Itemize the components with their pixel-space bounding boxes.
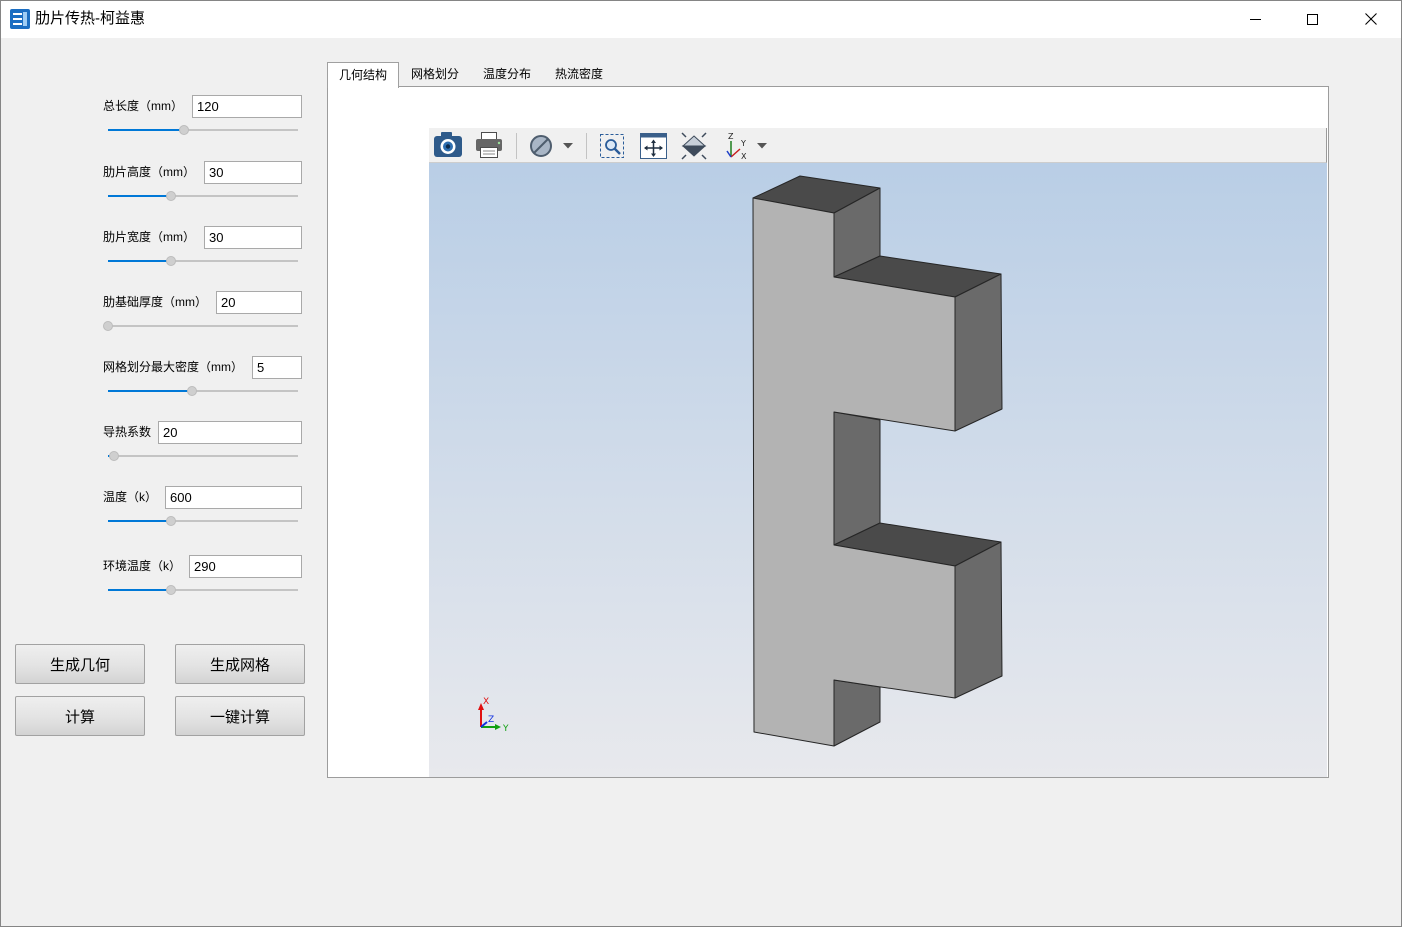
stem-lower-side-face bbox=[833, 679, 881, 747]
minimize-icon bbox=[1250, 18, 1261, 20]
axis-view-icon[interactable]: Z Y X bbox=[726, 132, 747, 161]
param-temperature: 温度（k） bbox=[0, 486, 320, 546]
param-ambient-temperature: 环境温度（k） bbox=[0, 555, 320, 615]
camera-icon[interactable] bbox=[434, 132, 462, 157]
axis-icon-y-label: Y bbox=[740, 139, 746, 148]
fit-all-icon[interactable] bbox=[640, 133, 667, 159]
total-length-label: 总长度（mm） bbox=[103, 99, 183, 113]
slider-handle[interactable] bbox=[165, 585, 176, 595]
slider-track bbox=[108, 455, 298, 457]
temperature-input[interactable] bbox=[165, 486, 302, 509]
conductivity-input[interactable] bbox=[158, 421, 302, 444]
tab-geometry[interactable]: 几何结构 bbox=[327, 62, 399, 88]
temperature-label: 温度（k） bbox=[103, 490, 158, 504]
slider-fill bbox=[108, 589, 171, 591]
param-conductivity: 导热系数 bbox=[0, 421, 320, 481]
slider-fill bbox=[108, 260, 171, 262]
mesh-density-label: 网格划分最大密度（mm） bbox=[103, 360, 243, 374]
stem-middle-side-face bbox=[833, 411, 881, 546]
one-click-compute-button[interactable]: 一键计算 bbox=[175, 696, 305, 736]
minimize-button[interactable] bbox=[1227, 0, 1284, 38]
base-thickness-input[interactable] bbox=[216, 291, 302, 314]
maximize-icon bbox=[1307, 13, 1318, 25]
tab-heat-flux[interactable]: 热流密度 bbox=[543, 62, 615, 87]
tab-temperature-distribution[interactable]: 温度分布 bbox=[471, 62, 543, 87]
param-mesh-density: 网格划分最大密度（mm） bbox=[0, 356, 320, 416]
generate-geometry-button[interactable]: 生成几何 bbox=[15, 644, 145, 684]
compute-button[interactable]: 计算 bbox=[15, 696, 145, 736]
axis-triad: X Y Z bbox=[478, 697, 509, 734]
total-length-slider[interactable] bbox=[108, 125, 298, 135]
close-icon bbox=[1365, 13, 1377, 25]
ambient-temperature-slider[interactable] bbox=[108, 585, 298, 595]
slider-fill bbox=[108, 129, 184, 131]
toolbar-icons: Z Y X bbox=[434, 132, 767, 161]
tab-mesh[interactable]: 网格划分 bbox=[399, 62, 471, 87]
ambient-temperature-input[interactable] bbox=[189, 555, 302, 578]
base-thickness-label: 肋基础厚度（mm） bbox=[103, 295, 207, 309]
fin-width-input[interactable] bbox=[204, 226, 302, 249]
viewer-toolbar: Z Y X bbox=[429, 128, 1327, 163]
fin-width-label: 肋片宽度（mm） bbox=[103, 230, 195, 244]
fin-height-label: 肋片高度（mm） bbox=[103, 165, 195, 179]
chevron-down-icon[interactable] bbox=[757, 143, 767, 149]
shading-mode-icon[interactable] bbox=[530, 135, 552, 157]
chevron-down-icon[interactable] bbox=[563, 143, 573, 149]
fin-height-slider[interactable] bbox=[108, 191, 298, 201]
slider-handle[interactable] bbox=[165, 256, 176, 266]
slider-handle[interactable] bbox=[165, 191, 176, 201]
temperature-slider[interactable] bbox=[108, 516, 298, 526]
fin-height-input[interactable] bbox=[204, 161, 302, 184]
param-fin-width: 肋片宽度（mm） bbox=[0, 226, 320, 286]
mesh-density-input[interactable] bbox=[252, 356, 302, 379]
3d-viewport[interactable]: X Y Z bbox=[429, 163, 1327, 777]
generate-mesh-button[interactable]: 生成网格 bbox=[175, 644, 305, 684]
3d-viewer[interactable]: Z Y X X Y Z bbox=[429, 128, 1327, 777]
ambient-temperature-label: 环境温度（k） bbox=[103, 559, 182, 573]
slider-handle[interactable] bbox=[165, 516, 176, 526]
slider-fill bbox=[108, 390, 192, 392]
slider-fill bbox=[108, 195, 171, 197]
view-fit-icon[interactable] bbox=[681, 132, 707, 160]
slider-handle[interactable] bbox=[186, 386, 197, 396]
triad-z-label: Z bbox=[488, 715, 494, 725]
slider-handle[interactable] bbox=[103, 321, 113, 331]
fin-2-end-face bbox=[954, 541, 1003, 699]
mesh-density-slider[interactable] bbox=[108, 386, 298, 396]
conductivity-slider[interactable] bbox=[108, 451, 298, 461]
triad-x-label: X bbox=[483, 697, 489, 707]
slider-fill bbox=[108, 520, 171, 522]
viewport-canvas: X Y Z bbox=[478, 175, 1003, 747]
app-icon bbox=[10, 9, 30, 29]
triad-y-label: Y bbox=[502, 724, 509, 734]
window-title: 肋片传热-柯益惠 bbox=[35, 10, 145, 27]
fin-1-end-face bbox=[954, 273, 1003, 432]
axis-icon-z-label: Z bbox=[728, 132, 734, 141]
total-length-input[interactable] bbox=[192, 95, 302, 118]
fin-model[interactable] bbox=[752, 175, 1003, 747]
slider-handle[interactable] bbox=[179, 125, 189, 135]
slider-handle[interactable] bbox=[108, 451, 119, 461]
fin-width-slider[interactable] bbox=[108, 256, 298, 266]
param-fin-height: 肋片高度（mm） bbox=[0, 161, 320, 221]
slider-track bbox=[108, 325, 298, 327]
zoom-box-icon[interactable] bbox=[600, 134, 624, 158]
printer-icon[interactable] bbox=[476, 132, 502, 158]
conductivity-label: 导热系数 bbox=[103, 425, 152, 439]
title-bar[interactable]: 肋片传热-柯益惠 bbox=[0, 0, 1402, 38]
param-base-thickness: 肋基础厚度（mm） bbox=[0, 291, 320, 351]
param-total-length: 总长度（mm） bbox=[0, 95, 320, 155]
maximize-button[interactable] bbox=[1284, 0, 1341, 38]
base-thickness-slider[interactable] bbox=[103, 321, 298, 331]
axis-icon-x-label: X bbox=[741, 152, 747, 161]
close-button[interactable] bbox=[1342, 0, 1400, 38]
